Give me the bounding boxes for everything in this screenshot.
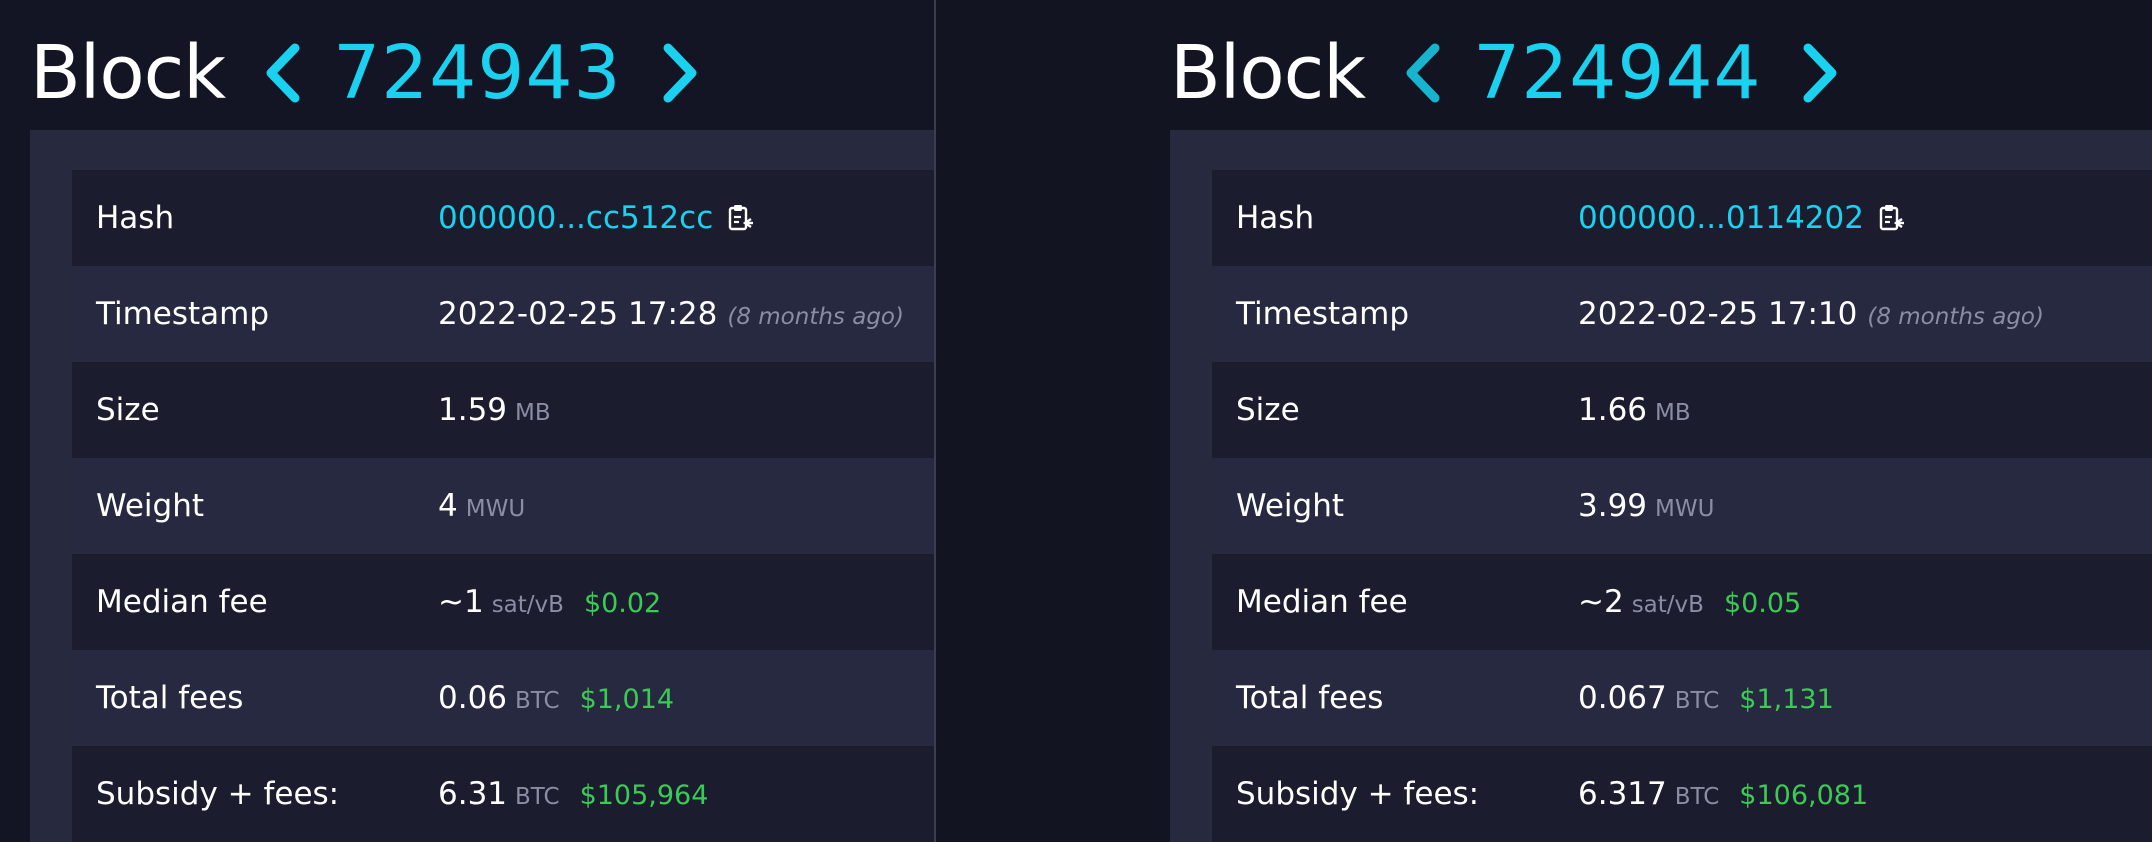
weight-label: Weight: [96, 488, 205, 524]
hash-label: Hash: [1236, 200, 1315, 236]
timestamp-value: 2022-02-25 17:28: [438, 296, 718, 332]
table-row-hash: Hash 000000...cc512cc: [72, 170, 934, 266]
page-title: Block: [1170, 30, 1366, 116]
median-fee-unit: sat/vB: [1631, 592, 1704, 618]
weight-unit: MWU: [465, 496, 526, 522]
total-fees-fiat: $1,014: [579, 684, 675, 715]
table-row-total-fees: Total fees 0.067 BTC $1,131: [1212, 650, 2152, 746]
hash-label: Hash: [96, 200, 175, 236]
block-hash-link[interactable]: 000000...cc512cc: [438, 200, 713, 236]
timestamp-label: Timestamp: [96, 296, 270, 332]
block-height: 724943: [333, 30, 622, 116]
clipboard-copy-icon[interactable]: [1878, 203, 1904, 233]
total-fees-unit: BTC: [515, 688, 560, 714]
size-label: Size: [1236, 392, 1300, 428]
median-fee-value: ~1: [438, 584, 484, 620]
median-fee-label: Median fee: [96, 584, 268, 620]
total-fees-label: Total fees: [96, 680, 244, 716]
timestamp-relative: (8 months ago): [1867, 304, 2044, 330]
subsidy-fees-value: 6.31: [438, 776, 508, 812]
block-heading: Block 724943: [30, 28, 710, 118]
block-hash-link[interactable]: 000000...0114202: [1578, 200, 1864, 236]
chevron-right-icon[interactable]: [652, 38, 710, 108]
timestamp-relative: (8 months ago): [727, 304, 904, 330]
block-details-panel: Hash 000000...0114202 Timestamp 2022-02-…: [1170, 130, 2152, 842]
chevron-right-icon[interactable]: [1792, 38, 1850, 108]
table-row-timestamp: Timestamp 2022-02-25 17:10 (8 months ago…: [1212, 266, 2152, 362]
table-row-median-fee: Median fee ~1 sat/vB $0.02: [72, 554, 934, 650]
table-row-weight: Weight 4 MWU: [72, 458, 934, 554]
table-row-weight: Weight 3.99 MWU: [1212, 458, 2152, 554]
block-height: 724944: [1473, 30, 1762, 116]
block-pane-right: Block 724944 Hash 000000...0114202 Times…: [936, 0, 2152, 842]
subsidy-fees-fiat: $106,081: [1739, 780, 1869, 811]
total-fees-value: 0.06: [438, 680, 508, 716]
size-value: 1.66: [1578, 392, 1648, 428]
weight-unit: MWU: [1655, 496, 1715, 522]
median-fee-label: Median fee: [1236, 584, 1408, 620]
clipboard-copy-icon[interactable]: [727, 203, 754, 233]
subsidy-fees-unit: BTC: [515, 784, 560, 810]
total-fees-label: Total fees: [1236, 680, 1384, 716]
size-unit: MB: [1655, 400, 1691, 426]
total-fees-unit: BTC: [1674, 688, 1720, 714]
page-title: Block: [30, 30, 226, 116]
median-fee-unit: sat/vB: [491, 592, 564, 618]
table-row-size: Size 1.59 MB: [72, 362, 934, 458]
median-fee-value: ~2: [1578, 584, 1624, 620]
table-row-hash: Hash 000000...0114202: [1212, 170, 2152, 266]
size-value: 1.59: [438, 392, 508, 428]
size-label: Size: [96, 392, 160, 428]
subsidy-fees-value: 6.317: [1578, 776, 1667, 812]
subsidy-fees-fiat: $105,964: [579, 780, 709, 811]
weight-value: 3.99: [1578, 488, 1648, 524]
block-heading: Block 724944: [1170, 28, 1850, 118]
median-fee-fiat: $0.02: [583, 588, 662, 619]
subsidy-fees-label: Subsidy + fees:: [1236, 776, 1480, 812]
timestamp-value: 2022-02-25 17:10: [1578, 296, 1858, 332]
chevron-left-icon[interactable]: [253, 38, 311, 108]
median-fee-fiat: $0.05: [1723, 588, 1802, 619]
block-details-table: Hash 000000...0114202 Timestamp 2022-02-…: [1212, 170, 2152, 842]
timestamp-label: Timestamp: [1236, 296, 1410, 332]
total-fees-fiat: $1,131: [1739, 684, 1834, 715]
weight-value: 4: [438, 488, 458, 524]
block-details-table: Hash 000000...cc512cc Timestamp 2022-02-…: [72, 170, 934, 842]
table-row-subsidy-fees: Subsidy + fees: 6.31 BTC $105,964: [72, 746, 934, 842]
chevron-left-icon[interactable]: [1393, 38, 1451, 108]
size-unit: MB: [515, 400, 551, 426]
block-pane-left: Block 724943 Hash 000000...cc512cc Times…: [0, 0, 934, 842]
table-row-subsidy-fees: Subsidy + fees: 6.317 BTC $106,081: [1212, 746, 2152, 842]
total-fees-value: 0.067: [1578, 680, 1667, 716]
table-row-median-fee: Median fee ~2 sat/vB $0.05: [1212, 554, 2152, 650]
table-row-timestamp: Timestamp 2022-02-25 17:28 (8 months ago…: [72, 266, 934, 362]
block-details-panel: Hash 000000...cc512cc Timestamp 2022-02-…: [30, 130, 934, 842]
table-row-total-fees: Total fees 0.06 BTC $1,014: [72, 650, 934, 746]
subsidy-fees-label: Subsidy + fees:: [96, 776, 340, 812]
weight-label: Weight: [1236, 488, 1345, 524]
table-row-size: Size 1.66 MB: [1212, 362, 2152, 458]
split-screen: Block 724943 Hash 000000...cc512cc Times…: [0, 0, 2152, 842]
subsidy-fees-unit: BTC: [1674, 784, 1720, 810]
